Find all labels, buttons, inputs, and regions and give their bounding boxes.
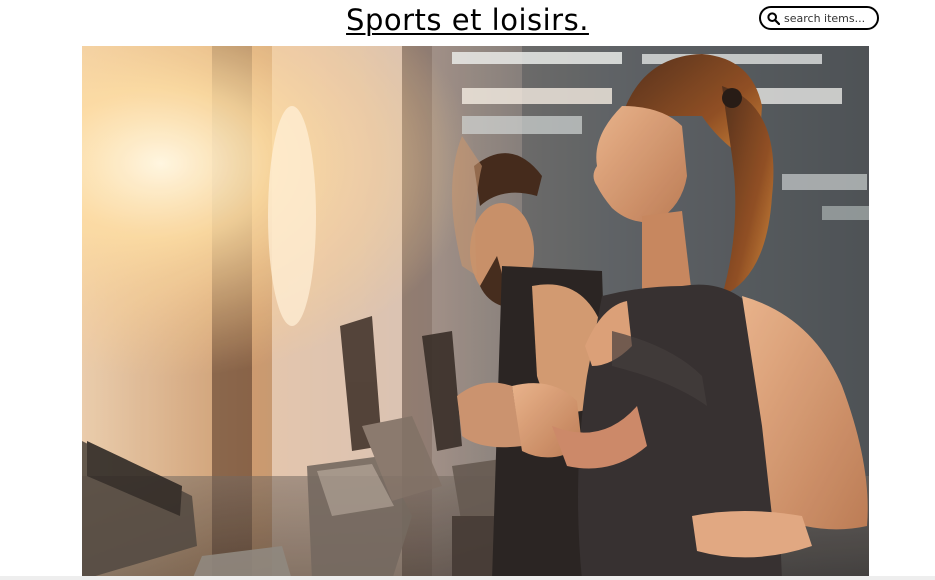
page: Sports et loisirs. xyxy=(0,0,935,580)
search-box[interactable] xyxy=(759,6,879,30)
bottom-strip xyxy=(0,576,935,580)
search-icon[interactable] xyxy=(764,8,782,28)
page-title-text: Sports et loisirs. xyxy=(346,3,589,37)
hero-image xyxy=(82,46,869,580)
hero-photo xyxy=(82,46,869,580)
search-input[interactable] xyxy=(782,9,874,27)
